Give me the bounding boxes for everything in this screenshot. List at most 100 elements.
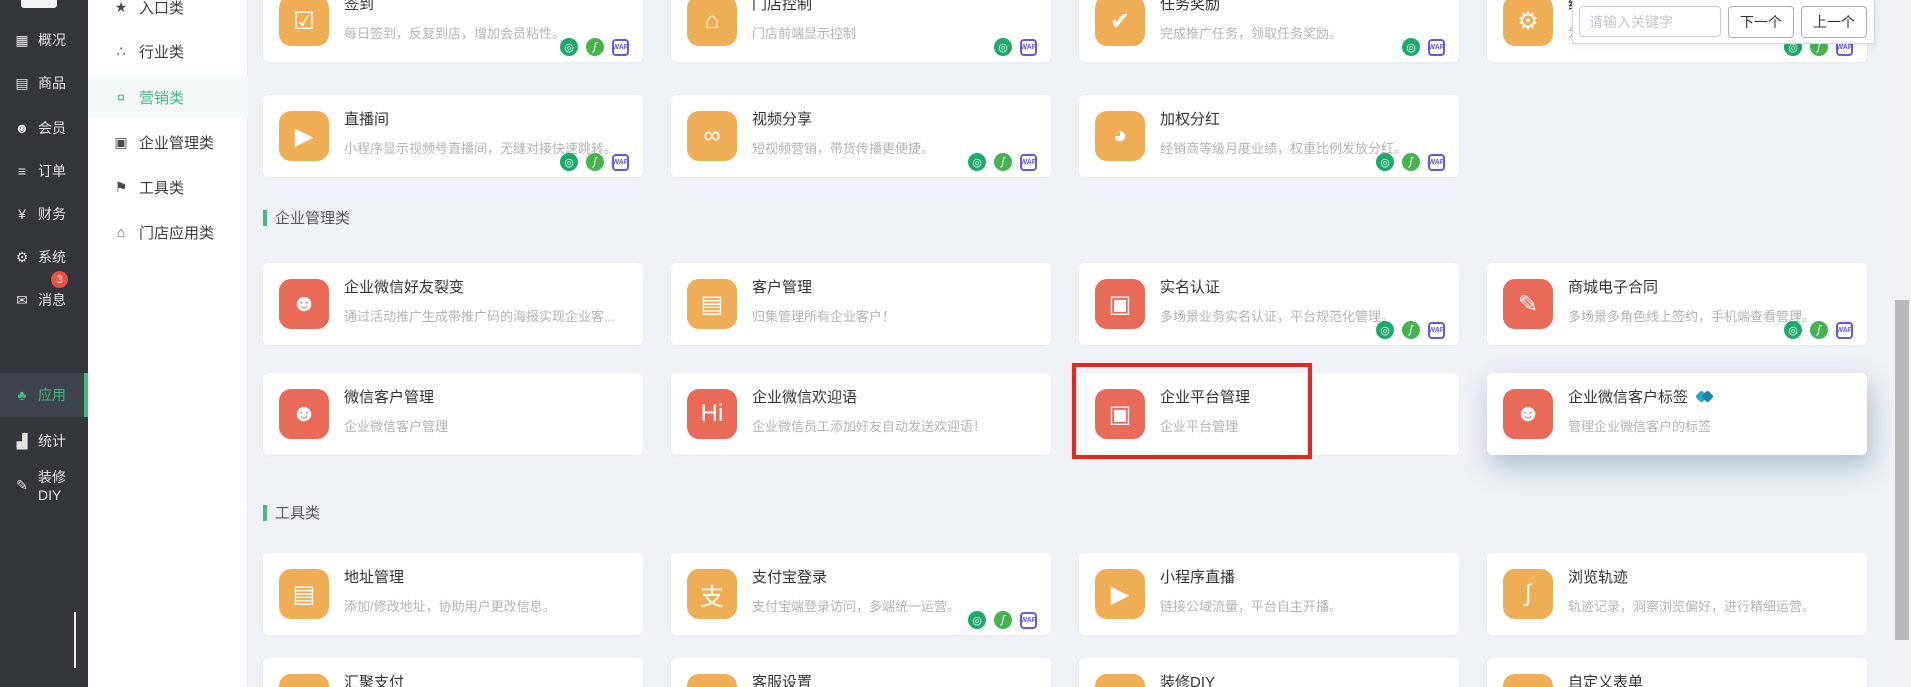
wechat-miniprogram-badge[interactable]: ◎ bbox=[560, 153, 578, 171]
wap-badge[interactable]: WAP bbox=[1020, 154, 1037, 171]
h5-link-badge[interactable]: ʃ bbox=[586, 38, 604, 56]
app-card-calendar-check[interactable]: ☑签到每日签到，反复到店，增加会员粘性。◎ʃWAP bbox=[263, 0, 643, 62]
sidebar-item-stats[interactable]: ▟ 统计 bbox=[0, 419, 88, 463]
card-description: 添加/修改地址，协助用户更改信息。 bbox=[344, 596, 627, 615]
category-sidebar: ★入口类∴行业类¤营销类▣企业管理类⚑工具类⌂门店应用类 bbox=[88, 0, 248, 687]
category-item-enterprise[interactable]: ▣企业管理类 bbox=[88, 121, 248, 163]
app-card-alipay[interactable]: 支支付宝登录支付宝端登录访问，多端统一运营。◎ʃWAP bbox=[671, 553, 1051, 635]
category-item-industry[interactable]: ∴行业类 bbox=[88, 30, 248, 72]
finance-icon: ¥ bbox=[12, 206, 32, 222]
category-item-tools[interactable]: ⚑工具类 bbox=[88, 166, 248, 208]
app-card-address-book[interactable]: ▤地址管理添加/修改地址，协助用户更改信息。 bbox=[263, 553, 643, 635]
wap-badge[interactable]: WAP bbox=[1020, 39, 1037, 56]
messages-icon: ✉ bbox=[12, 292, 32, 309]
card-description: 归集管理所有企业客户！ bbox=[752, 306, 1035, 325]
category-item-label: 企业管理类 bbox=[139, 132, 214, 153]
icon-glyph: ▤ bbox=[293, 580, 316, 609]
card-title: 商城电子合同 bbox=[1568, 276, 1658, 297]
channel-badges: ◎ WAP bbox=[994, 38, 1037, 56]
headset-icon: ☎ bbox=[687, 674, 737, 687]
h5-link-badge[interactable]: ʃ bbox=[994, 611, 1012, 629]
wap-badge[interactable]: WAP bbox=[612, 39, 629, 56]
wap-badge[interactable]: WAP bbox=[1836, 322, 1853, 339]
app-card-user-share[interactable]: ☻企业微信好友裂变通过活动推广生成带推广码的海报实现企业客... bbox=[263, 263, 643, 345]
category-item-marketing[interactable]: ¤营销类 bbox=[88, 76, 248, 118]
wechat-miniprogram-badge[interactable]: ◎ bbox=[1784, 321, 1802, 339]
wap-badge[interactable]: WAP bbox=[1428, 154, 1445, 171]
card-title: 微信客户管理 bbox=[344, 386, 434, 407]
app-card-live-camera[interactable]: ▶小程序直播链接公域流量，平台自主开播。 bbox=[1079, 553, 1459, 635]
icon-glyph: ▣ bbox=[1109, 400, 1132, 429]
section-header-enterprise: 企业管理类 bbox=[263, 207, 350, 228]
app-card-user-tag[interactable]: ☻企业微信客户标签管理企业微信客户的标签 bbox=[1487, 373, 1867, 455]
card-title: 企业微信客户标签 bbox=[1568, 386, 1688, 407]
app-card-clipboard-check[interactable]: ✔任务奖励完成推广任务，领取任务奖励。◎WAP bbox=[1079, 0, 1459, 62]
find-next-button[interactable]: 下一个 bbox=[1728, 6, 1794, 38]
app-card-platform-phone[interactable]: ▣企业平台管理企业平台管理 bbox=[1079, 373, 1459, 455]
wechat-miniprogram-badge[interactable]: ◎ bbox=[1402, 38, 1420, 56]
card-title: 视频分享 bbox=[752, 108, 812, 129]
search-input[interactable] bbox=[1579, 6, 1721, 37]
app-card-video-link[interactable]: ∞视频分享短视频营销，带货传播更便捷。◎ʃWAP bbox=[671, 95, 1051, 177]
sidebar-item-messages[interactable]: ✉消息3 bbox=[0, 278, 88, 322]
wap-badge[interactable]: WAP bbox=[612, 154, 629, 171]
sidebar-item-finance[interactable]: ¥财务 bbox=[0, 192, 88, 236]
sidebar-item-products[interactable]: ▤商品 bbox=[0, 61, 88, 105]
sidebar-item-label: 统计 bbox=[38, 431, 66, 451]
icon-glyph: ∫ bbox=[1525, 580, 1532, 608]
sidebar-item-partial-icon[interactable] bbox=[21, 0, 57, 8]
icon-glyph: ▣ bbox=[1109, 290, 1132, 319]
sidebar-item-orders[interactable]: ≡订单 bbox=[0, 149, 88, 193]
app-card-document[interactable]: ▤客户管理归集管理所有企业客户！ bbox=[671, 263, 1051, 345]
app-card-hi-greeting[interactable]: Hi企业微信欢迎语企业微信员工添加好友自动发送欢迎语！ bbox=[671, 373, 1051, 455]
find-overlay: 下一个 上一个 bbox=[1572, 0, 1875, 44]
card-title: 门店控制 bbox=[752, 0, 812, 14]
sidebar-item-system[interactable]: ⚙系统 bbox=[0, 235, 88, 279]
app-card-payment[interactable]: ¥汇聚支付 bbox=[263, 658, 643, 687]
app-card-form[interactable]: ▤自定义表单 bbox=[1487, 658, 1867, 687]
apps-icon: ♣ bbox=[12, 387, 32, 403]
card-description: 企业微信员工添加好友自动发送欢迎语！ bbox=[752, 416, 1035, 435]
category-item-entry[interactable]: ★入口类 bbox=[88, 0, 248, 28]
wap-badge[interactable]: WAP bbox=[1428, 39, 1445, 56]
icon-glyph: ▶ bbox=[295, 122, 313, 151]
app-card-headset[interactable]: ☎客服设置 bbox=[671, 658, 1051, 687]
app-card-footprint[interactable]: ∫浏览轨迹轨迹记录，洞察浏览偏好，进行精细运营。 bbox=[1487, 553, 1867, 635]
h5-link-badge[interactable]: ʃ bbox=[994, 153, 1012, 171]
app-card-user-group[interactable]: ☻微信客户管理企业微信客户管理 bbox=[263, 373, 643, 455]
sidebar-item-decorate-diy[interactable]: ✎装修DIY bbox=[0, 463, 88, 507]
orders-icon: ≡ bbox=[12, 163, 32, 179]
h5-link-badge[interactable]: ʃ bbox=[1810, 321, 1828, 339]
category-item-store-apps[interactable]: ⌂门店应用类 bbox=[88, 211, 248, 253]
user-tag-icon: ☻ bbox=[1503, 389, 1553, 439]
member-pie-icon: ◕ bbox=[1095, 111, 1145, 161]
find-prev-button[interactable]: 上一个 bbox=[1801, 6, 1867, 38]
wap-badge[interactable]: WAP bbox=[1428, 322, 1445, 339]
h5-link-badge[interactable]: ʃ bbox=[1402, 153, 1420, 171]
stats-icon: ▟ bbox=[12, 433, 32, 450]
app-card-hammer[interactable]: ✎装修DIY bbox=[1079, 658, 1459, 687]
app-card-live-camera[interactable]: ▶直播间小程序显示视频号直播间，无缝对接快速跳转。◎ʃWAP bbox=[263, 95, 643, 177]
sidebar-item-apps[interactable]: ♣应用 bbox=[0, 373, 88, 417]
clipboard-check-icon: ✔ bbox=[1095, 0, 1145, 46]
sidebar-item-overview[interactable]: ▦概况 bbox=[0, 18, 88, 62]
sidebar-item-label: 装修DIY bbox=[38, 467, 88, 503]
wechat-miniprogram-badge[interactable]: ◎ bbox=[968, 611, 986, 629]
wechat-miniprogram-badge[interactable]: ◎ bbox=[560, 38, 578, 56]
app-card-contract[interactable]: ✎商城电子合同多场景多角色线上签约，手机端查看管理。◎ʃWAP bbox=[1487, 263, 1867, 345]
wechat-miniprogram-badge[interactable]: ◎ bbox=[968, 153, 986, 171]
wechat-miniprogram-badge[interactable]: ◎ bbox=[1376, 321, 1394, 339]
card-description: 企业平台管理 bbox=[1160, 416, 1443, 435]
page-scrollbar-thumb[interactable] bbox=[1895, 300, 1909, 640]
app-card-storefront[interactable]: ⌂门店控制门店前端显示控制◎WAP bbox=[671, 0, 1051, 62]
h5-link-badge[interactable]: ʃ bbox=[586, 153, 604, 171]
wechat-miniprogram-badge[interactable]: ◎ bbox=[1376, 153, 1394, 171]
wechat-miniprogram-badge[interactable]: ◎ bbox=[994, 38, 1012, 56]
page-scrollbar-track[interactable] bbox=[1893, 0, 1911, 687]
icon-glyph: ◕ bbox=[1113, 122, 1128, 150]
sidebar-item-members[interactable]: ☻会员 bbox=[0, 106, 88, 150]
wap-badge[interactable]: WAP bbox=[1020, 612, 1037, 629]
app-card-member-pie[interactable]: ◕加权分红经销商等级月度业绩，权重比例发放分红。◎ʃWAP bbox=[1079, 95, 1459, 177]
h5-link-badge[interactable]: ʃ bbox=[1402, 321, 1420, 339]
app-card-id-card[interactable]: ▣实名认证多场景业务实名认证，平台规范化管理。◎ʃWAP bbox=[1079, 263, 1459, 345]
